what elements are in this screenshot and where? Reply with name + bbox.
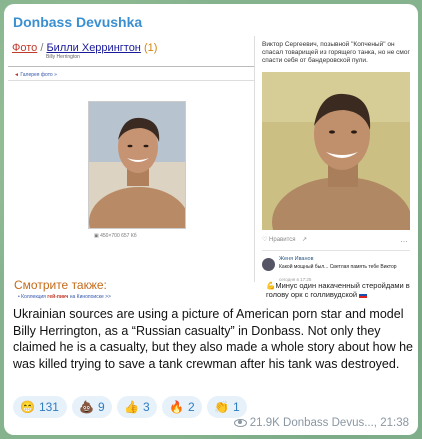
collection-bold: гей-пикч — [47, 294, 69, 300]
comment-text: Какой мощный был... Светлая память тебе … — [279, 264, 397, 270]
crumb-photo-link: Фото — [12, 42, 38, 54]
share-icon: ↗ — [302, 237, 308, 243]
view-count: 21.9K — [249, 417, 280, 429]
more-icon: … — [400, 235, 408, 244]
post-caption: Виктор Сергеевич, позывной "Копченый" он… — [262, 41, 410, 64]
post-author: Donbass Devus..., — [283, 417, 378, 429]
divider — [8, 80, 254, 81]
fire-icon: 🔥 — [169, 400, 184, 414]
right-screenshot[interactable]: Виктор Сергеевич, позывной "Копченый" он… — [257, 36, 417, 282]
crumb-count: (1) — [143, 42, 158, 54]
message-bubble[interactable]: Donbass Devushka Фото / Билли Херрингтон… — [4, 4, 418, 435]
reaction-count: 2 — [187, 400, 195, 414]
reaction-count: 3 — [142, 400, 150, 414]
eye-icon — [233, 418, 247, 427]
like-label: Нравится — [269, 237, 296, 243]
second-comment-text: Минус один накаченный стеройдами в голов… — [266, 281, 410, 299]
comment-author: Женя Иванов — [279, 256, 314, 262]
heart-icon: ♡ — [262, 237, 270, 243]
post-image — [262, 72, 410, 230]
reaction-fire[interactable]: 🔥 2 — [162, 396, 202, 418]
see-also-heading: Смотрите также: — [14, 278, 107, 292]
reaction-count: 131 — [38, 400, 59, 414]
russia-flag-icon — [359, 292, 368, 299]
collection-link: • Коллекция гей-пикч на Кинопоиске >> — [18, 294, 111, 300]
clap-icon: 👏 — [214, 400, 229, 414]
collection-pre: Коллекция — [21, 294, 46, 300]
thumbs-up-icon: 👍 — [124, 400, 139, 414]
poop-icon: 💩 — [79, 400, 94, 414]
left-screenshot[interactable]: Фото / Билли Херрингтон (1) Billy Herrin… — [8, 36, 258, 300]
reaction-clap[interactable]: 👏 1 — [207, 396, 247, 418]
breadcrumb: Фото / Билли Херрингтон (1) — [12, 42, 157, 54]
reaction-grin[interactable]: 😁 131 — [13, 396, 67, 418]
portrait-image — [89, 102, 185, 228]
divider — [262, 250, 410, 251]
divider — [254, 36, 255, 282]
divider — [8, 66, 254, 67]
gallery-link-label: Галерея фото » — [20, 72, 57, 78]
reaction-thumbs-up[interactable]: 👍 3 — [117, 396, 157, 418]
crumb-title: Билли Херрингтон — [46, 42, 141, 54]
reaction-count: 1 — [232, 400, 240, 414]
avatar — [262, 258, 275, 271]
photo-size-label: ▣ 450×700 657 Кб — [94, 233, 137, 239]
portrait-photo — [88, 101, 186, 229]
like-button: ♡ Нравится — [262, 236, 296, 243]
collection-post: на Кинопоиске >> — [69, 294, 111, 300]
post-time: 21:38 — [380, 417, 409, 429]
flexed-biceps-icon: 💪 — [266, 281, 276, 290]
post-photo — [262, 72, 410, 230]
reaction-poop[interactable]: 💩 9 — [72, 396, 112, 418]
post-actions: ♡ Нравится ↗ … — [262, 234, 412, 246]
message-text: Ukrainian sources are using a picture of… — [13, 307, 413, 371]
message-meta: 21.9K Donbass Devus..., 21:38 — [233, 417, 409, 429]
channel-name[interactable]: Donbass Devushka — [13, 14, 142, 30]
photo-size-text: 450×700 657 Кб — [100, 233, 137, 239]
grin-icon: 😁 — [20, 400, 35, 414]
second-comment: 💪Минус один накаченный стеройдами в голо… — [266, 281, 416, 299]
crumb-subtitle: Billy Herrington — [46, 54, 80, 60]
gallery-link: ◄ Галерея фото » — [14, 72, 57, 78]
reaction-count: 9 — [97, 400, 105, 414]
